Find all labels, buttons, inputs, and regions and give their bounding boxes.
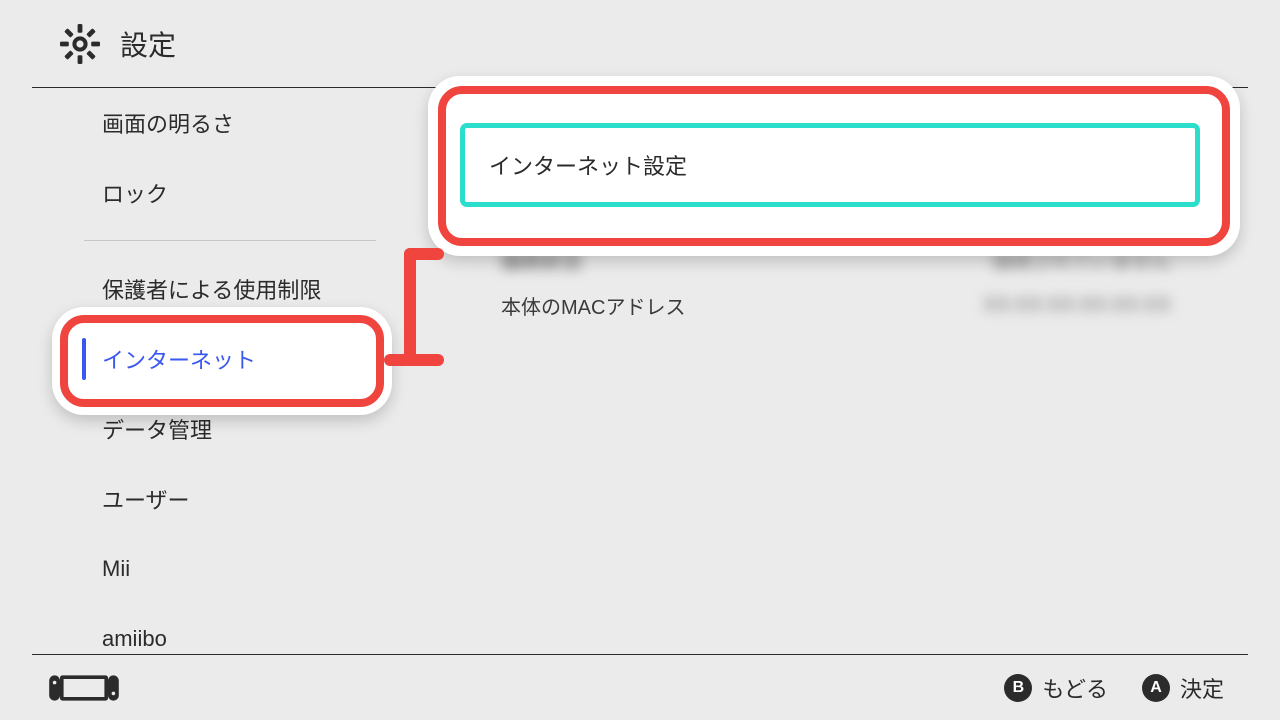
connection-status-value: 接続されていません (992, 245, 1195, 274)
sidebar-separator (84, 240, 376, 241)
sidebar-item-label: データ管理 (102, 413, 212, 445)
connection-status-label: 接続状況 (501, 245, 581, 274)
sidebar: 画面の明るさ ロック (80, 88, 380, 228)
gear-icon (60, 24, 100, 64)
hint-confirm: A 決定 (1142, 672, 1224, 704)
internet-settings-label: インターネット設定 (489, 149, 687, 181)
sidebar-item-internet-overlay[interactable]: インターネット (80, 324, 380, 394)
sidebar-item-label: ロック (102, 177, 168, 209)
sidebar-item-data[interactable]: データ管理 (80, 394, 380, 464)
sidebar-item-label: Mii (102, 556, 130, 582)
console-icon (48, 673, 120, 703)
sidebar-item-user[interactable]: ユーザー (80, 464, 380, 534)
callout-connector-top (404, 248, 444, 260)
callout-connector (384, 354, 444, 366)
sidebar-item-label: 保護者による使用制限 (102, 273, 321, 305)
page-title: 設定 (120, 24, 176, 64)
a-button-icon: A (1142, 674, 1170, 702)
mac-address-label: 本体のMACアドレス (501, 291, 685, 320)
sidebar-item-parental[interactable]: 保護者による使用制限 (80, 254, 380, 324)
sidebar-item-label: amiibo (102, 626, 167, 652)
hint-back-label: もどる (1042, 672, 1108, 704)
hint-back: B もどる (1004, 672, 1108, 704)
sidebar-item-mii[interactable]: Mii (80, 534, 380, 604)
sidebar-item-lock[interactable]: ロック (80, 158, 380, 228)
sidebar-item-label: 画面の明るさ (102, 107, 234, 139)
sidebar-item-label: インターネット (102, 343, 256, 375)
internet-settings-row-overlay[interactable]: インターネット設定 (465, 128, 1195, 202)
sidebar-item-brightness[interactable]: 画面の明るさ (80, 88, 380, 158)
callout-connector-vertical (404, 248, 416, 366)
b-button-icon: B (1004, 674, 1032, 702)
header: 設定 (32, 0, 1248, 88)
connection-status-row: 接続状況 接続されていません (465, 236, 1195, 282)
sidebar-lower: 保護者による使用制限 インターネット データ管理 ユーザー Mii amiibo (80, 254, 380, 674)
mac-address-row: 本体のMACアドレス XX:XX:XX:XX:XX:XX (465, 282, 1195, 328)
footer-hints: B もどる A 決定 (1004, 672, 1248, 704)
hint-confirm-label: 決定 (1180, 672, 1224, 704)
sidebar-item-label: ユーザー (102, 483, 190, 515)
mac-address-value: XX:XX:XX:XX:XX:XX (983, 294, 1195, 317)
footer: B もどる A 決定 (32, 654, 1248, 720)
